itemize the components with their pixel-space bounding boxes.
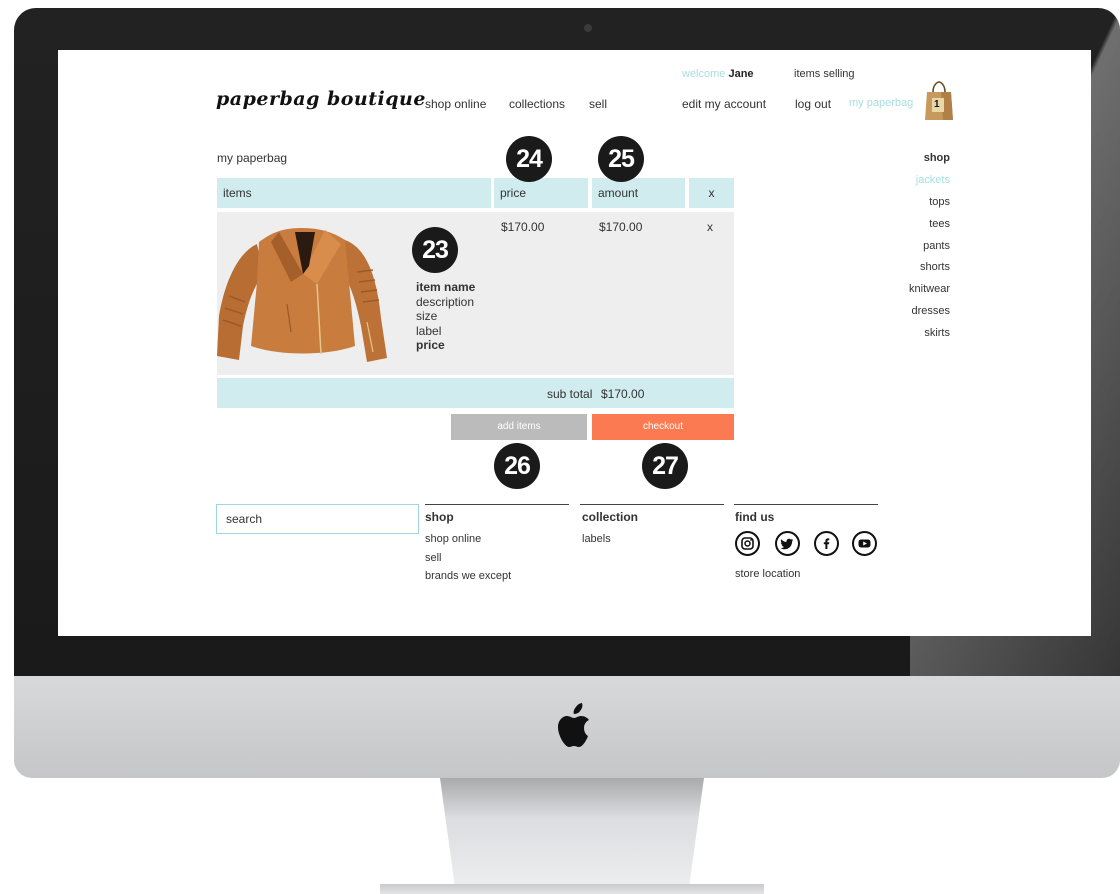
remove-item-button[interactable]: x: [707, 220, 713, 234]
footer-divider: [580, 504, 724, 505]
footer-heading-collection: collection: [582, 510, 639, 524]
annotation-badge-24: 24: [506, 136, 552, 182]
welcome-label: welcome: [682, 68, 726, 80]
youtube-icon[interactable]: [852, 531, 877, 556]
footer-divider: [734, 504, 878, 505]
nav-collections[interactable]: collections: [509, 97, 565, 111]
footer-divider: [425, 504, 569, 505]
item-price-label: price: [416, 338, 445, 352]
log-out-link[interactable]: log out: [795, 97, 831, 111]
item-description: description: [416, 294, 475, 309]
column-header-price: price: [494, 178, 588, 208]
item-name[interactable]: item name: [416, 280, 475, 295]
sidebar-item-dresses[interactable]: dresses: [911, 305, 950, 317]
nav-shop-online[interactable]: shop online: [425, 97, 486, 111]
footer-heading-shop: shop: [425, 510, 454, 524]
edit-account-link[interactable]: edit my account: [682, 97, 766, 111]
sidebar-item-pants[interactable]: pants: [923, 240, 950, 252]
facebook-icon[interactable]: [814, 531, 839, 556]
annotation-badge-23: 23: [412, 227, 458, 273]
search-input[interactable]: [216, 504, 419, 534]
footer-link-brands[interactable]: brands we except: [425, 570, 511, 582]
sidebar-item-jackets[interactable]: jackets: [916, 174, 950, 186]
user-name: Jane: [728, 68, 754, 80]
sidebar-heading-shop: shop: [923, 152, 950, 164]
sidebar-item-shorts[interactable]: shorts: [920, 261, 950, 273]
subtotal-label: sub total: [547, 387, 593, 401]
footer-link-sell[interactable]: sell: [425, 552, 442, 564]
column-header-items: items: [217, 178, 491, 208]
item-amount: $170.00: [599, 220, 643, 234]
add-items-button[interactable]: add items: [451, 414, 587, 440]
camera: [584, 24, 592, 32]
bag-count-badge: 1: [934, 99, 940, 110]
twitter-icon[interactable]: [775, 531, 800, 556]
my-paperbag-link[interactable]: my paperbag: [849, 97, 913, 109]
annotation-badge-27: 27: [642, 443, 688, 489]
instagram-icon[interactable]: [735, 531, 760, 556]
jacket-product-image[interactable]: [217, 222, 389, 364]
item-label: label: [416, 323, 442, 338]
sidebar-item-skirts[interactable]: skirts: [924, 327, 950, 339]
annotation-badge-25: 25: [598, 136, 644, 182]
welcome-message: welcome Jane: [682, 68, 754, 80]
imac-stand: [440, 778, 704, 894]
nav-sell[interactable]: sell: [589, 97, 607, 111]
apple-logo-icon: [558, 703, 589, 747]
sidebar-item-tees[interactable]: tees: [929, 218, 950, 230]
item-details: item name description size label price: [416, 280, 475, 353]
site-logo[interactable]: paperbag boutique: [216, 88, 426, 110]
checkout-button[interactable]: checkout: [592, 414, 734, 440]
cart-title: my paperbag: [217, 151, 288, 165]
item-price: $170.00: [501, 220, 545, 234]
item-size: size: [416, 309, 438, 323]
subtotal-bar: [217, 378, 734, 408]
subtotal-value: $170.00: [601, 387, 645, 401]
sidebar-item-tops[interactable]: tops: [929, 196, 950, 208]
column-header-amount: amount: [592, 178, 685, 208]
footer-link-shop-online[interactable]: shop online: [425, 533, 481, 545]
footer-link-labels[interactable]: labels: [582, 533, 611, 545]
imac-stand-base: [380, 884, 764, 894]
column-header-remove: x: [689, 178, 734, 208]
sidebar-item-knitwear[interactable]: knitwear: [909, 283, 950, 295]
annotation-badge-26: 26: [494, 443, 540, 489]
items-selling-link[interactable]: items selling: [794, 68, 855, 80]
footer-link-store-location[interactable]: store location: [735, 568, 800, 580]
screen: paperbag boutique shop online collection…: [58, 50, 1091, 636]
footer-heading-find-us: find us: [735, 510, 775, 524]
